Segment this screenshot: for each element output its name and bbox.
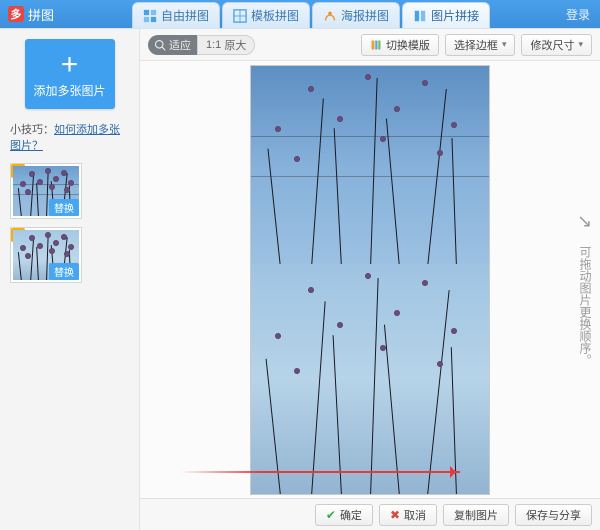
title-bar: 多 拼图 自由拼图 模板拼图 海报拼图 图片拼接 登录 [0, 0, 600, 28]
image-join-icon [413, 9, 427, 23]
replace-button[interactable]: 替换 [49, 199, 79, 216]
canvas-wrap: ↘ 可拖动图片更换顺序。 [140, 61, 600, 498]
toolbar: 适应 1:1 原大 切换模版 选择边框▾ [140, 29, 600, 61]
tab-label: 海报拼图 [341, 7, 389, 24]
tab-template-collage[interactable]: 模板拼图 [222, 2, 310, 28]
fit-button[interactable]: 适应 [148, 35, 197, 55]
save-share-button[interactable]: 保存与分享 [515, 504, 592, 526]
resize-button[interactable]: 修改尺寸▾ [521, 34, 592, 56]
tab-poster-collage[interactable]: 海报拼图 [312, 2, 400, 28]
cancel-icon: ✖ [390, 508, 400, 522]
app-logo: 多 拼图 [0, 0, 62, 28]
thumbnail-2[interactable]: 2 替换 [10, 227, 82, 283]
curved-arrow-icon: ↘ [575, 211, 595, 232]
tab-image-join[interactable]: 图片拼接 [402, 2, 490, 28]
tab-free-collage[interactable]: 自由拼图 [132, 2, 220, 28]
side-annotation: ↘ 可拖动图片更换顺序。 [578, 211, 594, 366]
tab-label: 自由拼图 [161, 7, 209, 24]
bottom-bar: ✔ 确定 ✖ 取消 复制图片 保存与分享 [140, 498, 600, 530]
annotation-arrow [180, 471, 460, 473]
zoom-ratio[interactable]: 1:1 原大 [197, 35, 255, 55]
copy-image-button[interactable]: 复制图片 [443, 504, 509, 526]
template-icon [370, 39, 382, 51]
main-area: 适应 1:1 原大 切换模版 选择边框▾ [140, 29, 600, 530]
thumbnail-1[interactable]: 1 替换 [10, 163, 82, 219]
switch-template-button[interactable]: 切换模版 [361, 34, 439, 56]
logo-mark-icon: 多 [8, 6, 24, 22]
thumbnail-list: 1 替换 2 替换 [10, 163, 129, 283]
plus-icon: + [61, 50, 79, 80]
fit-icon [154, 39, 166, 51]
tab-label: 图片拼接 [431, 7, 479, 24]
app-name: 拼图 [28, 5, 54, 24]
canvas-panel-2[interactable] [251, 264, 489, 494]
tab-label: 模板拼图 [251, 7, 299, 24]
ok-button[interactable]: ✔ 确定 [315, 504, 373, 526]
login-link[interactable]: 登录 [566, 6, 590, 23]
add-images-button[interactable]: + 添加多张图片 [25, 39, 115, 109]
template-collage-icon [233, 9, 247, 23]
tip-text: 小技巧：如何添加多张图片？ [10, 121, 129, 153]
cancel-button[interactable]: ✖ 取消 [379, 504, 437, 526]
sidebar: + 添加多张图片 小技巧：如何添加多张图片？ 1 替换 2 [0, 29, 140, 530]
poster-collage-icon [323, 9, 337, 23]
zoom-control[interactable]: 适应 1:1 原大 [148, 35, 255, 55]
chevron-down-icon: ▾ [502, 39, 507, 50]
collage-canvas[interactable] [250, 65, 490, 495]
add-images-label: 添加多张图片 [33, 82, 105, 99]
canvas-panel-1[interactable] [251, 66, 489, 266]
choose-border-button[interactable]: 选择边框▾ [445, 34, 516, 56]
free-collage-icon [143, 9, 157, 23]
replace-button[interactable]: 替换 [49, 263, 79, 280]
chevron-down-icon: ▾ [578, 39, 583, 50]
tab-bar: 自由拼图 模板拼图 海报拼图 图片拼接 [132, 2, 490, 28]
check-icon: ✔ [326, 508, 336, 522]
